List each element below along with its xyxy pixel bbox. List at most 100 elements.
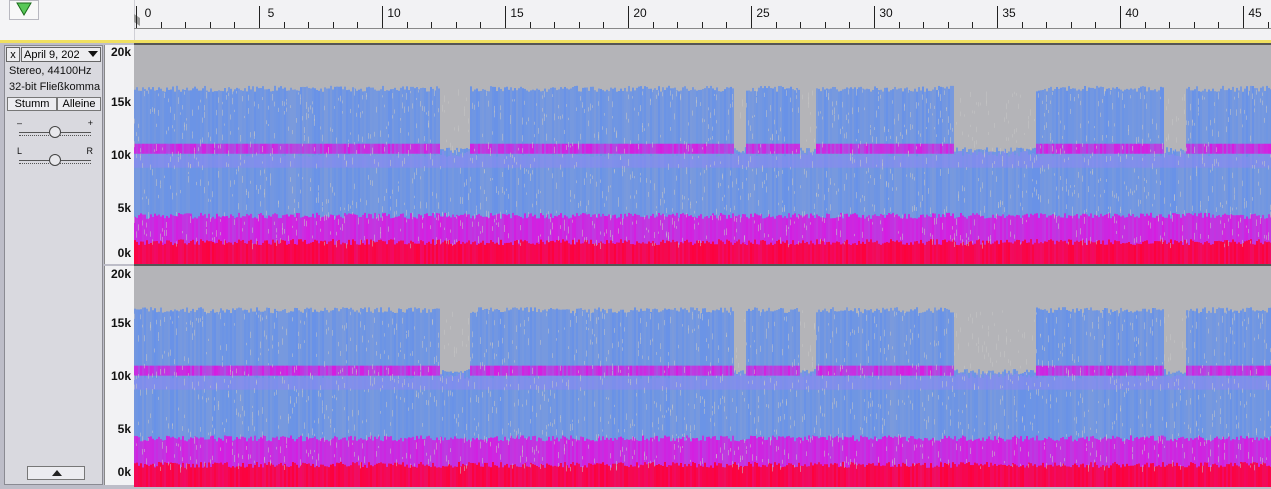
timeline-ruler[interactable]: 0 5 10 15 20 25 30 35 40 45 [0, 0, 1271, 41]
ruler-tick-label: 40 [1125, 6, 1139, 20]
ruler-tick [431, 22, 433, 28]
ruler-tick [677, 22, 679, 28]
ruler-tick [554, 22, 556, 28]
ruler-tick [578, 22, 580, 28]
ruler-tick [529, 22, 531, 28]
ruler-tick [308, 22, 310, 28]
ruler-tick [923, 22, 925, 28]
gain-minus-label: – [17, 118, 23, 128]
ruler-tick [283, 22, 285, 28]
freq-label: 10k [110, 369, 131, 383]
frequency-ruler-left[interactable]: 20k 15k 10k 5k 0k [104, 45, 135, 264]
freq-label: 0k [117, 246, 131, 260]
track-area: x April 9, 202 Stereo, 44100Hz 32-bit Fl… [0, 43, 1271, 489]
ruler-tick [1021, 22, 1023, 28]
track-name-menu[interactable]: April 9, 202 [21, 47, 101, 62]
ruler-tick [357, 22, 359, 28]
ruler-tick [1144, 22, 1146, 28]
ruler-tick [505, 6, 506, 28]
gain-plus-label: + [87, 118, 93, 128]
triangle-up-icon [52, 470, 62, 476]
spectrogram-right-channel[interactable] [134, 264, 1271, 487]
ruler-tick-label: 15 [510, 6, 524, 20]
ruler-tick-label: 5 [267, 6, 275, 20]
freq-label: 0k [117, 465, 131, 479]
close-track-button[interactable]: x [6, 47, 20, 62]
ruler-tick [726, 22, 728, 28]
ruler-tick [898, 22, 900, 28]
cursor-marker-icon [134, 14, 140, 26]
ruler-tick [1267, 22, 1269, 28]
ruler-tick [874, 6, 875, 28]
ruler-tick [234, 22, 236, 28]
ruler-tick [947, 22, 949, 28]
ruler-tick [997, 6, 998, 28]
ruler-tick [1243, 6, 1244, 28]
ruler-tick [628, 6, 629, 28]
ruler-tick-label: 30 [879, 6, 893, 20]
pan-left-label: L [17, 146, 23, 156]
spectrogram-image [134, 266, 1271, 487]
ruler-tick [652, 22, 654, 28]
ruler-tick [259, 6, 260, 28]
track-name-label: April 9, 202 [24, 49, 80, 61]
ruler-tick [332, 22, 334, 28]
solo-button[interactable]: Alleine [57, 97, 101, 111]
freq-label: 10k [110, 148, 131, 162]
ruler-tick [1169, 22, 1171, 28]
pan-slider-thumb[interactable] [49, 154, 61, 166]
ruler-tick [160, 22, 162, 28]
ruler-tick [849, 22, 851, 28]
ruler-tick [480, 22, 482, 28]
ruler-tick [1193, 22, 1195, 28]
ruler-baseline [134, 28, 1271, 29]
mute-button[interactable]: Stumm [7, 97, 57, 111]
ruler-tick [701, 22, 703, 28]
triangle-down-icon [16, 2, 32, 16]
ruler-tick-label: 25 [756, 6, 770, 20]
track-control-panel: x April 9, 202 Stereo, 44100Hz 32-bit Fl… [4, 45, 103, 485]
track-format: Stereo, 44100Hz [9, 65, 92, 77]
gain-slider-thumb[interactable] [49, 126, 61, 138]
track-sample-format: 32-bit Fließkomma [9, 81, 101, 93]
ruler-tick [824, 22, 826, 28]
spectrogram-left-channel[interactable] [134, 43, 1271, 264]
pan-right-label: R [86, 146, 94, 156]
ruler-tick [972, 22, 974, 28]
ruler-tick [136, 6, 137, 28]
ruler-tick [775, 22, 777, 28]
ruler-tick [1046, 22, 1048, 28]
ruler-tick [800, 22, 802, 28]
freq-label: 15k [110, 95, 131, 109]
freq-label: 15k [110, 316, 131, 330]
ruler-tick [382, 6, 383, 28]
frequency-ruler-right[interactable]: 20k 15k 10k 5k 0k [104, 266, 135, 485]
track-header: x April 9, 202 [5, 46, 102, 63]
ruler-tick [751, 6, 752, 28]
ruler-tick-label: 0 [144, 6, 152, 20]
collapse-track-button[interactable] [27, 466, 85, 480]
chevron-down-icon [88, 51, 98, 57]
pan-slider[interactable]: L R [17, 146, 93, 166]
ruler-tick [1070, 22, 1072, 28]
play-head-button[interactable] [9, 0, 39, 20]
freq-label: 20k [110, 267, 131, 281]
ruler-tick [1218, 22, 1220, 28]
ruler-tick-label: 45 [1248, 6, 1262, 20]
ruler-tick-label: 20 [633, 6, 647, 20]
freq-label: 5k [117, 201, 131, 215]
ruler-tick-label: 35 [1002, 6, 1016, 20]
ruler-tick [1120, 6, 1121, 28]
ruler-tick [209, 22, 211, 28]
freq-label: 20k [110, 45, 131, 59]
ruler-tick [1095, 22, 1097, 28]
ruler-tick [455, 22, 457, 28]
ruler-tick [185, 22, 187, 28]
spectrogram-image [134, 45, 1271, 264]
ruler-tick [406, 22, 408, 28]
ruler-tick [603, 22, 605, 28]
ruler-tick-label: 10 [387, 6, 401, 20]
freq-label: 5k [117, 422, 131, 436]
gain-slider[interactable]: – + [17, 118, 93, 138]
ruler-left-area [0, 0, 135, 40]
